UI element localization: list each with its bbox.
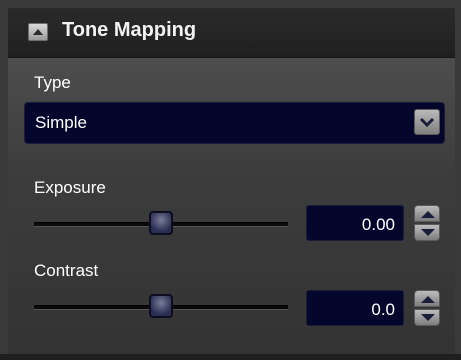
arrow-down-icon xyxy=(421,314,435,321)
arrow-up-icon xyxy=(421,211,435,218)
exposure-increment-button[interactable] xyxy=(414,205,440,222)
chevron-down-icon xyxy=(419,117,435,128)
type-label: Type xyxy=(34,73,71,92)
exposure-slider-thumb[interactable] xyxy=(149,211,173,235)
type-selected-value: Simple xyxy=(35,113,87,132)
exposure-value: 0.00 xyxy=(361,215,395,234)
panel-header[interactable]: Tone Mapping xyxy=(8,8,455,58)
caret-up-icon xyxy=(33,29,43,35)
exposure-stepper[interactable] xyxy=(414,205,440,241)
type-dropdown[interactable]: Simple xyxy=(24,102,445,144)
exposure-input[interactable]: 0.00 xyxy=(306,205,404,241)
arrow-up-icon xyxy=(421,296,435,303)
exposure-label: Exposure xyxy=(34,178,106,197)
contrast-decrement-button[interactable] xyxy=(414,309,440,326)
panel-bottom-edge xyxy=(0,354,461,360)
contrast-stepper[interactable] xyxy=(414,290,440,326)
tone-mapping-window: Tone Mapping Type Simple Exposure 0.00 C… xyxy=(0,0,461,360)
collapse-button[interactable] xyxy=(28,23,48,41)
contrast-value: 0.0 xyxy=(371,300,395,319)
panel-title: Tone Mapping xyxy=(62,19,197,41)
dropdown-button[interactable] xyxy=(414,109,440,135)
arrow-down-icon xyxy=(421,229,435,236)
contrast-increment-button[interactable] xyxy=(414,290,440,307)
exposure-decrement-button[interactable] xyxy=(414,224,440,241)
contrast-label: Contrast xyxy=(34,261,99,280)
contrast-input[interactable]: 0.0 xyxy=(306,290,404,326)
contrast-slider-thumb[interactable] xyxy=(149,294,173,318)
